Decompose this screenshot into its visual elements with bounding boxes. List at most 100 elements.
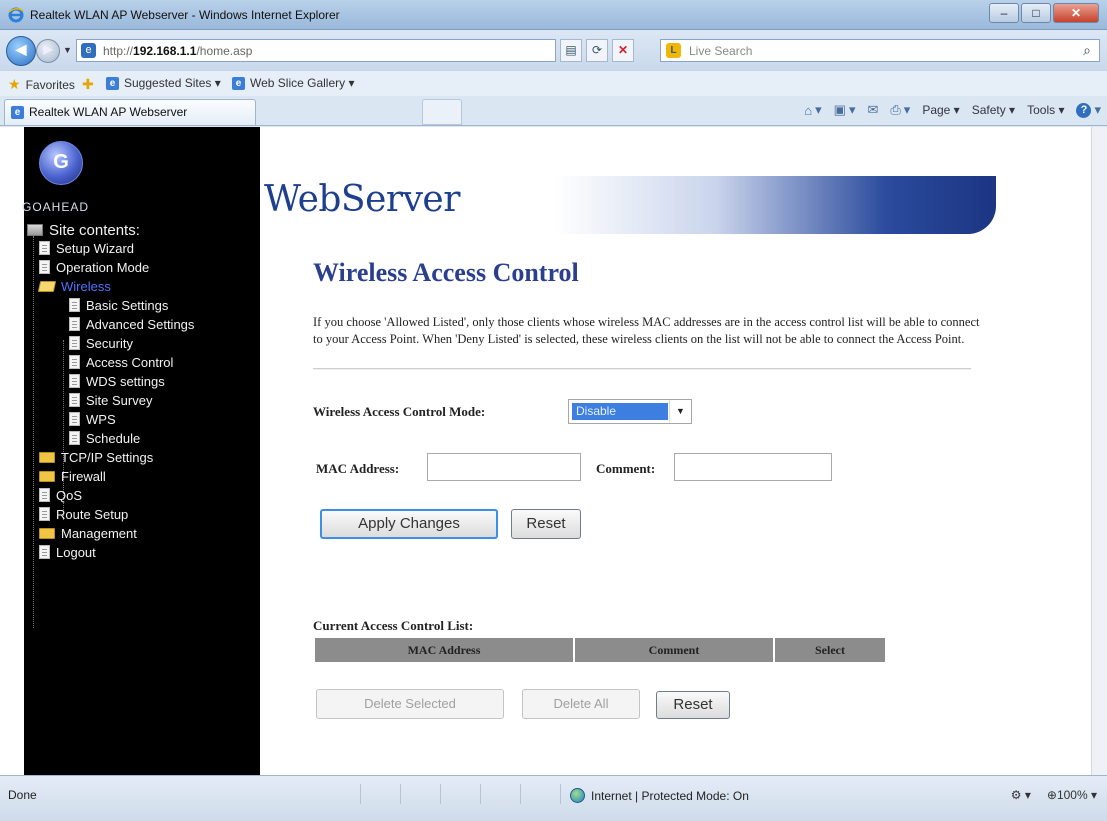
document-icon bbox=[39, 488, 50, 502]
nav-wps[interactable]: WPS bbox=[69, 411, 116, 427]
refresh-button[interactable]: ⟳ bbox=[586, 39, 608, 62]
suggested-sites-link[interactable]: e Suggested Sites ▾ bbox=[106, 76, 221, 90]
column-comment: Comment bbox=[575, 638, 775, 662]
address-url: http://192.168.1.1/home.asp bbox=[103, 44, 253, 58]
reset-button[interactable]: Reset bbox=[511, 509, 581, 539]
help-icon: ? bbox=[1076, 102, 1092, 118]
add-to-favorites-button[interactable]: ✚ bbox=[82, 76, 94, 93]
nav-management[interactable]: Management bbox=[39, 525, 137, 541]
print-button[interactable]: ⎙ ▾ bbox=[890, 102, 910, 118]
minimize-button[interactable]: – bbox=[989, 3, 1019, 23]
page-viewport: G GOAHEAD Site contents: Setup Wizard Op… bbox=[0, 127, 1107, 775]
nav-operation-mode[interactable]: Operation Mode bbox=[39, 259, 149, 275]
site-contents-icon bbox=[27, 224, 43, 236]
reset-list-button[interactable]: Reset bbox=[656, 691, 730, 719]
document-icon bbox=[69, 298, 80, 312]
mac-address-input[interactable] bbox=[427, 453, 581, 481]
delete-all-button[interactable]: Delete All bbox=[522, 689, 640, 719]
status-right-tools: ⚙ ▾ ⊕100% ▾ bbox=[1011, 788, 1097, 802]
web-slice-gallery-link[interactable]: e Web Slice Gallery ▾ bbox=[232, 76, 355, 90]
nav-route-setup[interactable]: Route Setup bbox=[39, 506, 128, 522]
nav-security[interactable]: Security bbox=[69, 335, 133, 351]
zoom-button[interactable]: ⊕100% ▾ bbox=[1047, 788, 1097, 802]
document-icon bbox=[39, 507, 50, 521]
folder-icon bbox=[39, 470, 55, 482]
favorites-bar: ★ Favorites ✚ e Suggested Sites ▾ e Web … bbox=[0, 70, 1107, 96]
favorites-label: Favorites bbox=[25, 77, 75, 92]
nav-wds-settings[interactable]: WDS settings bbox=[69, 373, 165, 389]
nav-wireless[interactable]: Wireless bbox=[37, 278, 111, 294]
web-slice-icon: e bbox=[232, 76, 245, 90]
status-text: Done bbox=[8, 788, 37, 802]
access-list-title: Current Access Control List: bbox=[313, 618, 474, 633]
tools-menu[interactable]: Tools ▾ bbox=[1027, 103, 1064, 117]
maximize-button[interactable]: □ bbox=[1021, 3, 1051, 23]
comment-input[interactable] bbox=[674, 453, 832, 481]
status-tools-button[interactable]: ⚙ ▾ bbox=[1011, 788, 1031, 802]
forward-button[interactable]: ▶ bbox=[36, 39, 60, 63]
safety-menu[interactable]: Safety ▾ bbox=[972, 103, 1015, 117]
nav-site-survey[interactable]: Site Survey bbox=[69, 392, 152, 408]
new-tab-button[interactable] bbox=[422, 99, 462, 125]
feeds-icon: ▣ bbox=[833, 102, 846, 117]
site-contents-heading: Site contents: bbox=[27, 222, 140, 239]
stop-button[interactable]: ✕ bbox=[612, 39, 634, 62]
document-icon bbox=[39, 260, 50, 274]
address-tools: ▤ ⟳ ✕ bbox=[560, 39, 634, 62]
favorites-button[interactable]: ★ Favorites bbox=[8, 76, 75, 93]
zoom-level: 100% bbox=[1056, 788, 1088, 802]
nav-advanced-settings[interactable]: Advanced Settings bbox=[69, 316, 194, 332]
mail-icon: ✉ bbox=[867, 102, 879, 117]
home-button[interactable]: ⌂ ▾ bbox=[804, 102, 821, 118]
tab-ie-icon: e bbox=[11, 106, 24, 119]
document-icon bbox=[69, 431, 80, 445]
help-button[interactable]: ? ▾ bbox=[1076, 102, 1101, 118]
window-title: Realtek WLAN AP Webserver - Windows Inte… bbox=[30, 8, 340, 22]
forward-arrow-icon: ▶ bbox=[43, 42, 53, 56]
page-menu[interactable]: Page ▾ bbox=[922, 103, 959, 117]
feeds-button[interactable]: ▣ ▾ bbox=[834, 102, 856, 118]
address-host: 192.168.1.1 bbox=[133, 44, 197, 58]
nav-basic-settings[interactable]: Basic Settings bbox=[69, 297, 168, 313]
nav-setup-wizard[interactable]: Setup Wizard bbox=[39, 240, 134, 256]
globe-icon bbox=[570, 788, 585, 803]
nav-tcpip-settings[interactable]: TCP/IP Settings bbox=[39, 449, 153, 465]
goahead-logo-icon: G bbox=[39, 141, 83, 185]
document-icon bbox=[69, 355, 80, 369]
page-description: If you choose 'Allowed Listed', only tho… bbox=[313, 315, 980, 346]
page-scrollbar[interactable] bbox=[1091, 127, 1107, 775]
folder-icon bbox=[39, 451, 55, 463]
document-icon bbox=[69, 412, 80, 426]
zone-text: Internet | Protected Mode: On bbox=[591, 788, 749, 803]
print-icon: ⎙ bbox=[890, 102, 901, 117]
back-button[interactable]: ◀ bbox=[6, 36, 36, 66]
nav-access-control[interactable]: Access Control bbox=[69, 354, 173, 370]
nav-qos[interactable]: QoS bbox=[39, 487, 82, 503]
window-controls: – □ ✕ bbox=[987, 3, 1099, 23]
document-icon bbox=[39, 545, 50, 559]
nav-schedule[interactable]: Schedule bbox=[69, 430, 140, 446]
command-bar: ⌂ ▾ ▣ ▾ ✉ ⎙ ▾ Page ▾ Safety ▾ Tools ▾ ? ▾ bbox=[804, 102, 1101, 118]
divider bbox=[313, 368, 971, 370]
tab-realtek[interactable]: e Realtek WLAN AP Webserver bbox=[4, 99, 256, 125]
close-button[interactable]: ✕ bbox=[1053, 3, 1099, 23]
ie-logo-icon bbox=[8, 7, 24, 23]
mail-button[interactable]: ✉ bbox=[867, 102, 878, 118]
nav-logout[interactable]: Logout bbox=[39, 544, 96, 560]
address-input[interactable]: e http://192.168.1.1/home.asp bbox=[76, 39, 556, 62]
history-dropdown-icon[interactable]: ▼ bbox=[63, 45, 72, 55]
page-ie-icon: e bbox=[81, 43, 96, 58]
window-titlebar: Realtek WLAN AP Webserver - Windows Inte… bbox=[0, 0, 1107, 30]
compatibility-view-button[interactable]: ▤ bbox=[560, 39, 582, 62]
delete-selected-button[interactable]: Delete Selected bbox=[316, 689, 504, 719]
security-zone[interactable]: Internet | Protected Mode: On bbox=[570, 788, 749, 803]
search-input[interactable]: L Live Search ⌕ bbox=[660, 39, 1100, 62]
search-icon[interactable]: ⌕ bbox=[1083, 42, 1091, 59]
apply-changes-button[interactable]: Apply Changes bbox=[320, 509, 498, 539]
nav-firewall[interactable]: Firewall bbox=[39, 468, 106, 484]
goahead-logo-text: GOAHEAD bbox=[22, 200, 90, 214]
favorites-star-icon: ★ bbox=[8, 76, 21, 92]
chevron-down-icon: ▼ bbox=[669, 400, 691, 423]
access-control-mode-select[interactable]: Disable ▼ bbox=[568, 399, 692, 424]
document-icon bbox=[69, 393, 80, 407]
